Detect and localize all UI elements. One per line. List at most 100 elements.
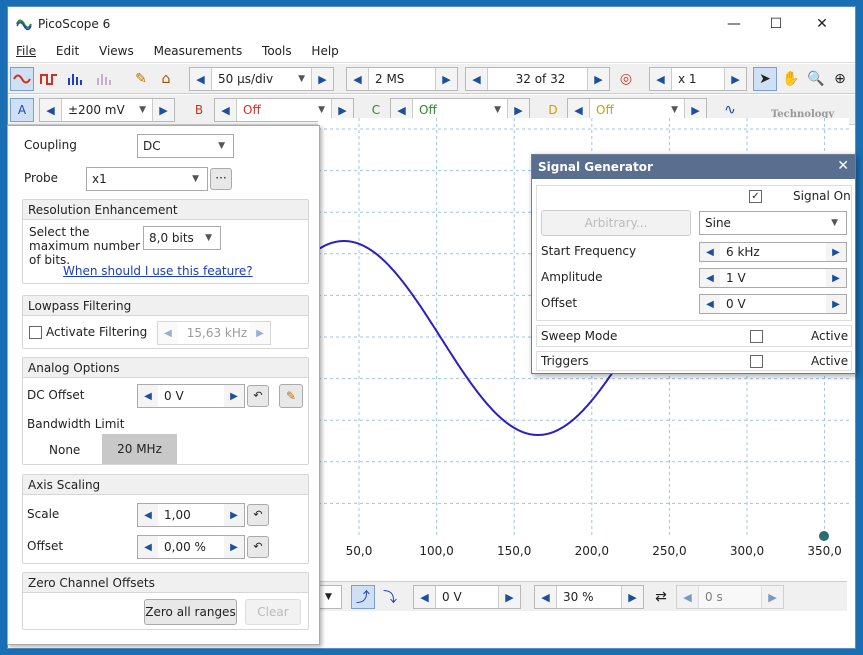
delay-prev-button[interactable]: ◀ bbox=[677, 586, 699, 608]
amplitude-value[interactable]: 1 V bbox=[720, 271, 826, 285]
scale-value[interactable]: 1,00 bbox=[158, 508, 224, 522]
offset-next-button[interactable]: ▶ bbox=[224, 536, 244, 558]
post-trigger-delay-icon[interactable]: ⇄ bbox=[649, 585, 673, 609]
buffer-overview-icon[interactable]: ◎ bbox=[614, 67, 638, 91]
sg-offset-value[interactable]: 0 V bbox=[720, 297, 826, 311]
trigger-level-value[interactable]: 0 V bbox=[436, 586, 498, 608]
pointer-tool-icon[interactable]: ➤ bbox=[753, 67, 777, 91]
close-button[interactable]: ✕ bbox=[804, 13, 840, 35]
trigger-level-next-button[interactable]: ▶ bbox=[498, 586, 520, 608]
buffer-next-button[interactable]: ▶ bbox=[587, 68, 609, 90]
scale-prev-button[interactable]: ◀ bbox=[138, 504, 158, 526]
triggers-checkbox[interactable] bbox=[750, 355, 763, 368]
persistence-mode-icon[interactable] bbox=[37, 67, 61, 91]
scale-next-button[interactable]: ▶ bbox=[224, 504, 244, 526]
delay-next-button[interactable]: ▶ bbox=[761, 586, 783, 608]
range-a-next-button[interactable]: ▶ bbox=[152, 99, 174, 121]
falling-edge-icon[interactable]: ⤵ bbox=[378, 585, 402, 609]
range-a-prev-button[interactable]: ◀ bbox=[40, 99, 62, 121]
menu-measurements[interactable]: Measurements bbox=[146, 41, 251, 58]
scope-mode-icon[interactable] bbox=[10, 67, 34, 91]
lowpass-next-button[interactable]: ▶ bbox=[250, 322, 270, 344]
amplitude-prev-button[interactable]: ◀ bbox=[700, 269, 720, 287]
dc-offset-value[interactable]: 0 V bbox=[158, 389, 224, 403]
waveform-select[interactable]: Sine ▼ bbox=[699, 211, 847, 235]
resolution-help-link[interactable]: When should I use this feature? bbox=[63, 264, 253, 278]
maximize-button[interactable]: ☐ bbox=[758, 13, 794, 35]
pretrigger-next-button[interactable]: ▶ bbox=[621, 586, 643, 608]
resolution-section: Resolution Enhancement Select the maximu… bbox=[22, 199, 309, 284]
probe-select[interactable]: x1 ▼ bbox=[86, 167, 208, 191]
reset-icon[interactable]: ↶ bbox=[247, 385, 269, 407]
menu-file[interactable]: File bbox=[8, 41, 44, 58]
lowpass-value: 15,63 kHz bbox=[186, 326, 248, 340]
home-icon[interactable]: ⌂ bbox=[154, 67, 178, 91]
range-b-prev-button[interactable]: ◀ bbox=[215, 99, 237, 121]
amplitude-next-button[interactable]: ▶ bbox=[826, 269, 846, 287]
channel-a-range: ◀ ±200 mV ▼ ▶ bbox=[39, 98, 175, 122]
zoom-prev-button[interactable]: ◀ bbox=[650, 68, 672, 90]
serial-decode-icon[interactable] bbox=[93, 67, 117, 91]
arbitrary-button[interactable]: Arbitrary... bbox=[541, 210, 691, 236]
close-icon[interactable]: ✕ bbox=[837, 158, 849, 174]
pretrigger-prev-button[interactable]: ◀ bbox=[535, 586, 557, 608]
timebase-select[interactable]: 50 µs/div ▼ bbox=[212, 68, 311, 90]
trigger-mode-dropdown[interactable]: ▼ bbox=[318, 585, 342, 609]
zoom-area-icon[interactable]: ⊕ bbox=[828, 67, 852, 91]
signal-generator-panel: Signal Generator ✕ ✓ Signal On Arbitrary… bbox=[531, 154, 856, 374]
samples-prev-button[interactable]: ◀ bbox=[347, 68, 369, 90]
hand-tool-icon[interactable]: ✋ bbox=[779, 67, 803, 91]
reset-icon[interactable]: ↶ bbox=[247, 536, 269, 558]
start-frequency-next-button[interactable]: ▶ bbox=[826, 243, 846, 261]
probe-tool-icon[interactable]: ✎ bbox=[129, 67, 153, 91]
activate-filtering-checkbox[interactable] bbox=[29, 326, 42, 339]
sg-offset-label: Offset bbox=[541, 296, 578, 310]
start-frequency-prev-button[interactable]: ◀ bbox=[700, 243, 720, 261]
sweep-mode-label: Sweep Mode bbox=[541, 329, 618, 343]
menu-views[interactable]: Views bbox=[91, 41, 142, 58]
zoom-value[interactable]: x 1 bbox=[672, 68, 724, 90]
range-b-select[interactable]: Off ▼ bbox=[237, 99, 331, 121]
trigger-level-prev-button[interactable]: ◀ bbox=[414, 586, 436, 608]
dc-offset-next-button[interactable]: ▶ bbox=[224, 385, 244, 407]
timebase-next-button[interactable]: ▶ bbox=[311, 68, 333, 90]
buffer-value[interactable]: 32 of 32 bbox=[488, 68, 587, 90]
samples-next-button[interactable]: ▶ bbox=[435, 68, 457, 90]
bandwidth-none-option[interactable]: None bbox=[49, 443, 80, 457]
delay-control: ◀ 0 s ▶ bbox=[676, 585, 784, 609]
range-a-select[interactable]: ±200 mV ▼ bbox=[62, 99, 152, 121]
probe-more-button[interactable]: ··· bbox=[210, 168, 232, 190]
coupling-select[interactable]: DC ▼ bbox=[137, 134, 234, 158]
pretrigger-value[interactable]: 30 % bbox=[557, 586, 621, 608]
menu-edit[interactable]: Edit bbox=[48, 41, 87, 58]
offset-prev-button[interactable]: ◀ bbox=[138, 536, 158, 558]
bandwidth-20mhz-option[interactable]: 20 MHz bbox=[102, 434, 177, 464]
timebase-prev-button[interactable]: ◀ bbox=[190, 68, 212, 90]
start-frequency-value[interactable]: 6 kHz bbox=[720, 245, 826, 259]
channel-b-button[interactable]: B bbox=[187, 98, 211, 122]
clear-button[interactable]: Clear bbox=[245, 599, 301, 625]
lowpass-prev-button[interactable]: ◀ bbox=[158, 322, 178, 344]
channel-a-button[interactable]: A bbox=[10, 98, 34, 122]
zoom-next-button[interactable]: ▶ bbox=[724, 68, 746, 90]
delay-value[interactable]: 0 s bbox=[699, 586, 761, 608]
menu-help[interactable]: Help bbox=[303, 41, 346, 58]
minimize-button[interactable]: — bbox=[716, 13, 752, 35]
zero-all-ranges-button[interactable]: Zero all ranges bbox=[144, 599, 237, 625]
reset-icon[interactable]: ↶ bbox=[247, 504, 269, 526]
buffer-prev-button[interactable]: ◀ bbox=[466, 68, 488, 90]
dc-offset-prev-button[interactable]: ◀ bbox=[138, 385, 158, 407]
sg-offset-next-button[interactable]: ▶ bbox=[826, 295, 846, 313]
auto-offset-icon[interactable]: ✎ bbox=[279, 384, 303, 408]
signal-on-checkbox[interactable]: ✓ bbox=[749, 190, 762, 203]
rising-edge-icon[interactable]: ⤴ bbox=[351, 585, 375, 609]
resolution-select[interactable]: 8,0 bits ▼ bbox=[143, 226, 221, 250]
sweep-mode-checkbox[interactable] bbox=[750, 330, 763, 343]
zoom-in-icon[interactable]: 🔍 bbox=[804, 67, 828, 91]
offset-value[interactable]: 0,00 % bbox=[158, 540, 224, 554]
menu-tools[interactable]: Tools bbox=[254, 41, 300, 58]
samples-value[interactable]: 2 MS bbox=[369, 68, 435, 90]
sg-offset-prev-button[interactable]: ◀ bbox=[700, 295, 720, 313]
spectrum-mode-icon[interactable] bbox=[64, 67, 88, 91]
x-tick-label: 300,0 bbox=[730, 544, 764, 558]
